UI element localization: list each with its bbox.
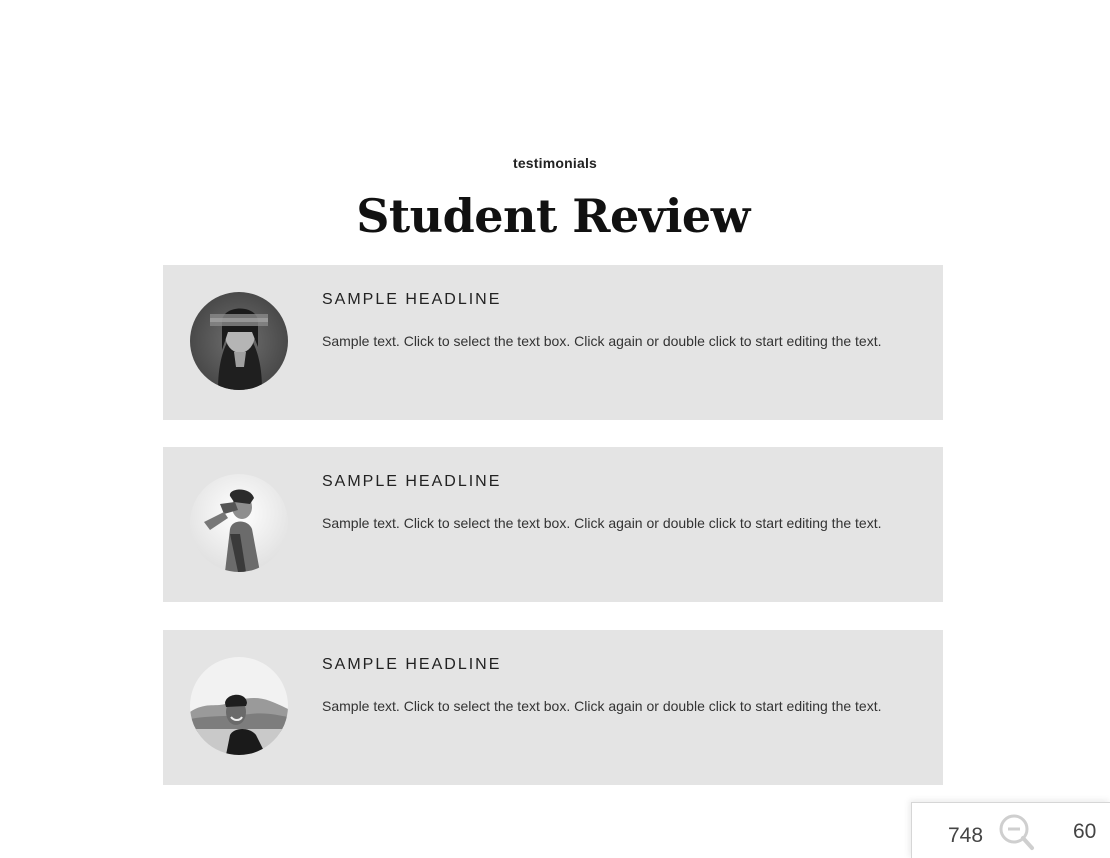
review-card: SAMPLE HEADLINE Sample text. Click to se… <box>163 630 943 785</box>
zoom-widget: 748 60 <box>911 802 1110 858</box>
section-title: Student Review <box>356 189 750 243</box>
avatar <box>190 292 288 390</box>
review-card: SAMPLE HEADLINE Sample text. Click to se… <box>163 265 943 420</box>
review-text: Sample text. Click to select the text bo… <box>322 333 882 349</box>
zoom-value-right: 60 <box>1073 820 1097 843</box>
section-eyebrow: testimonials <box>512 155 598 171</box>
avatar <box>190 657 288 755</box>
review-text: Sample text. Click to select the text bo… <box>322 515 882 531</box>
review-headline: SAMPLE HEADLINE <box>322 473 502 490</box>
review-card: SAMPLE HEADLINE Sample text. Click to se… <box>163 447 943 602</box>
avatar <box>190 474 288 572</box>
woman-portrait-photo <box>190 292 288 390</box>
zoom-out-icon[interactable] <box>998 813 1036 851</box>
review-text: Sample text. Click to select the text bo… <box>322 698 882 714</box>
review-headline: SAMPLE HEADLINE <box>322 291 502 308</box>
review-headline: SAMPLE HEADLINE <box>322 656 502 673</box>
page: testimonials Student Review SAMPLE HEADL… <box>0 0 1110 858</box>
zoom-value-left: 748 <box>948 824 984 847</box>
person-hand-over-face-photo <box>190 474 288 572</box>
smiling-man-outdoors-photo <box>190 657 288 755</box>
